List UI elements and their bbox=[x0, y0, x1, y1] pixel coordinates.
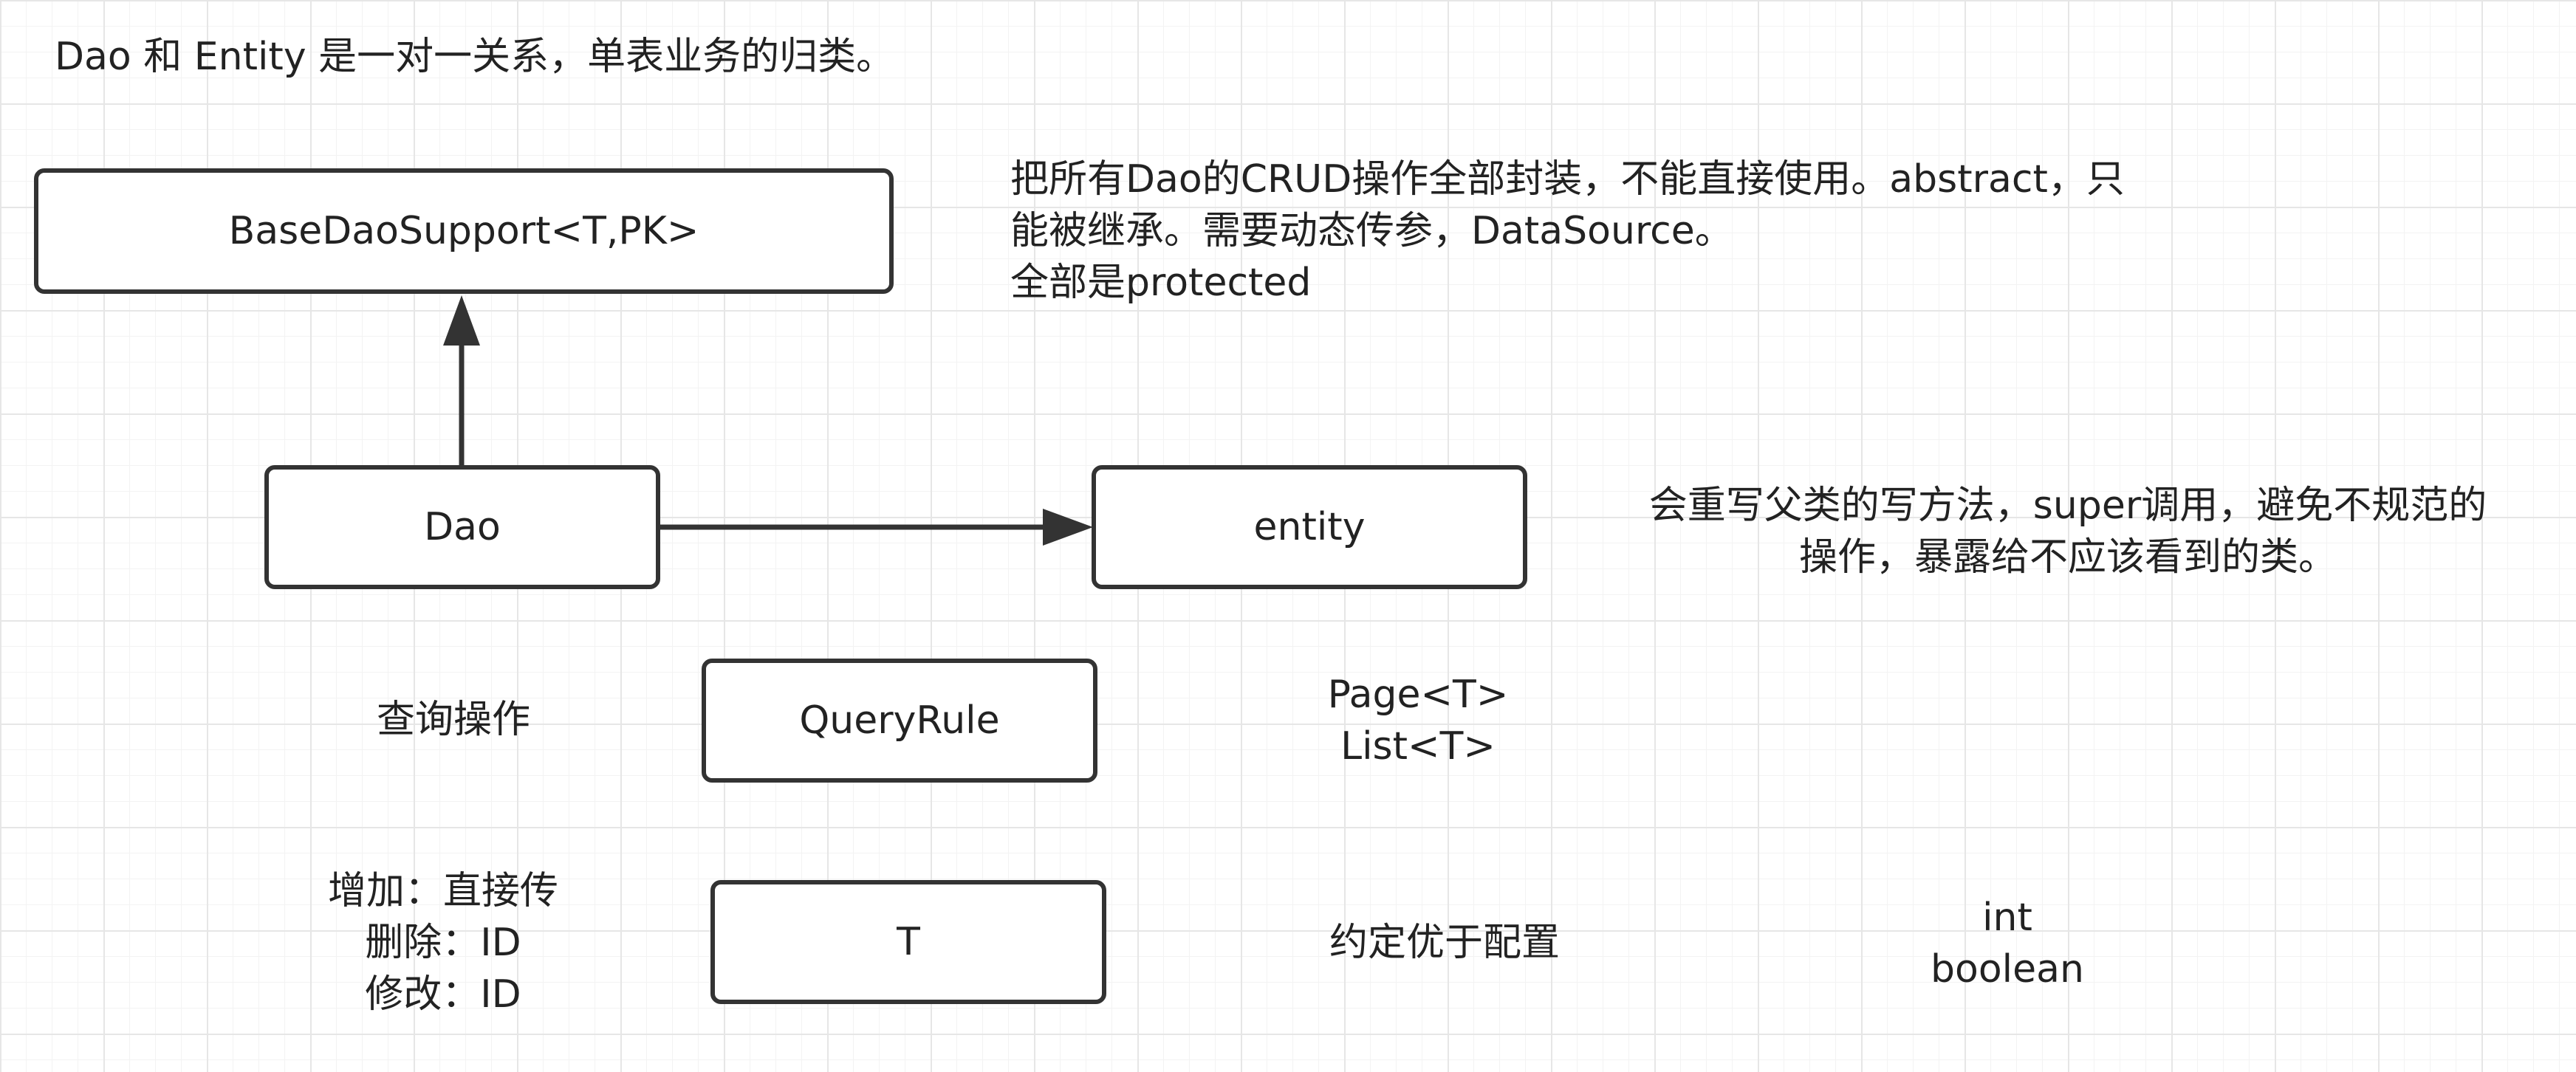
crud-update: 修改：ID bbox=[365, 972, 521, 1017]
crud-delete: 删除：ID bbox=[365, 921, 521, 965]
t-box[interactable]: T bbox=[710, 880, 1106, 1004]
page-type: Page<T> bbox=[1327, 673, 1509, 717]
dao-box[interactable]: Dao bbox=[264, 465, 660, 589]
base-dao-support-label: BaseDaoSupport<T,PK> bbox=[228, 209, 699, 253]
crud-add: 增加：直接传 bbox=[327, 869, 558, 913]
base-desc-line-1: 把所有Dao的CRUD操作全部封装，不能直接使用。abstract，只 bbox=[1010, 157, 2125, 202]
return-boolean: boolean bbox=[1931, 947, 2084, 992]
base-dao-support-box[interactable]: BaseDaoSupport<T,PK> bbox=[34, 168, 894, 294]
entity-box[interactable]: entity bbox=[1092, 465, 1527, 589]
query-rule-label: QueryRule bbox=[799, 698, 1000, 743]
return-int: int bbox=[1982, 896, 2032, 940]
query-rule-box[interactable]: QueryRule bbox=[702, 659, 1097, 783]
base-desc-line-3: 全部是protected bbox=[1010, 261, 1312, 305]
t-label: T bbox=[897, 920, 920, 964]
base-description-note: 把所有Dao的CRUD操作全部封装，不能直接使用。abstract，只 能被继承… bbox=[1010, 154, 2125, 309]
query-operation-label: 查询操作 bbox=[377, 698, 531, 742]
return-types-note: int boolean bbox=[1860, 892, 2155, 995]
entity-label: entity bbox=[1253, 505, 1366, 549]
dao-label: Dao bbox=[424, 505, 501, 549]
base-desc-line-2: 能被继承。需要动态传参，DataSource。 bbox=[1010, 209, 1733, 253]
page-list-note: Page<T> List<T> bbox=[1270, 669, 1566, 772]
dao-extends-base-arrowhead bbox=[443, 295, 480, 346]
entity-description-note: 会重写父类的写方法，super调用，避免不规范的 操作，暴露给不应该看到的类。 bbox=[1588, 480, 2548, 583]
dao-uses-entity-arrowhead bbox=[1043, 509, 1093, 546]
entity-desc-line-1: 会重写父类的写方法，super调用，避免不规范的 bbox=[1648, 484, 2487, 528]
entity-desc-line-2: 操作，暴露给不应该看到的类。 bbox=[1798, 535, 2337, 580]
title-note: Dao 和 Entity 是一对一关系，单表业务的归类。 bbox=[55, 35, 895, 79]
convention-note: 约定优于配置 bbox=[1329, 921, 1561, 965]
crud-ops-note: 增加：直接传 删除：ID 修改：ID bbox=[295, 865, 591, 1020]
list-type: List<T> bbox=[1340, 724, 1496, 769]
